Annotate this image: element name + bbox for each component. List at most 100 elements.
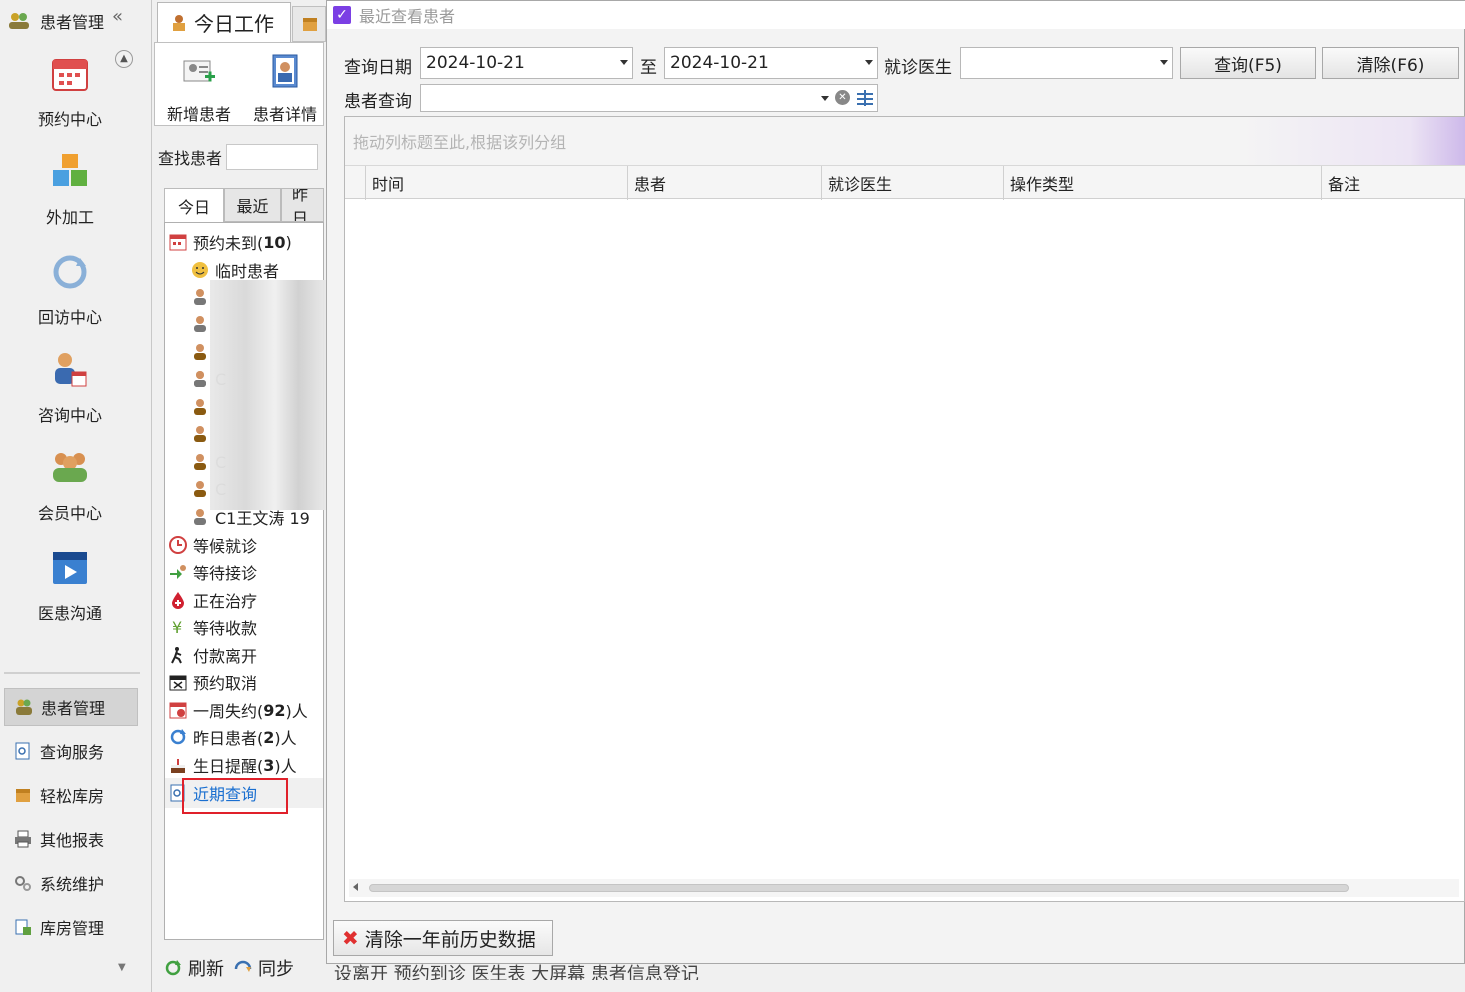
dropdown-arrow-icon[interactable] — [1160, 60, 1168, 65]
filter-icon[interactable] — [855, 89, 875, 107]
sync-button[interactable]: 同步 — [234, 955, 294, 981]
waiting-icon — [169, 536, 187, 554]
column-header-note[interactable]: 备注 — [1321, 166, 1465, 200]
patient-icon — [194, 371, 206, 387]
tab-today-work[interactable]: 今日工作 — [157, 2, 291, 42]
nav-item-outsourcing[interactable]: 外加工 — [18, 152, 122, 228]
tree-birthday-reminder[interactable]: 生日提醒(3)人 — [169, 752, 297, 778]
column-header-patient[interactable]: 患者 — [627, 166, 821, 200]
clear-history-label: 清除一年前历史数据 — [364, 928, 536, 951]
tree-week-missed[interactable]: 一周失约(92)人 — [169, 697, 308, 723]
doctor-combo[interactable] — [960, 47, 1173, 79]
printer-icon — [15, 830, 31, 848]
tree-status-cancel[interactable]: 预约取消 — [169, 669, 257, 695]
search-doc-icon — [15, 742, 30, 760]
find-patient-input[interactable] — [226, 144, 319, 170]
nav-item-consult[interactable]: 咨询中心 — [18, 350, 122, 426]
payment-icon: ¥ — [172, 618, 182, 636]
highlight-box — [182, 778, 288, 814]
query-button[interactable]: 查询(F5) — [1180, 47, 1316, 79]
tree-label: 昨日患者( — [193, 729, 264, 748]
subtab-recent[interactable]: 最近 — [224, 188, 281, 222]
scroll-left-icon[interactable] — [353, 883, 358, 891]
tree-status-payment[interactable]: ¥ 等待收款 — [169, 614, 257, 640]
tree-label: 等待接诊 — [193, 564, 258, 583]
patient-query-input[interactable]: ✕ — [420, 84, 878, 112]
collapse-icon[interactable]: « — [112, 6, 123, 27]
subtab-today[interactable]: 今日 — [164, 188, 224, 222]
nav-warehouse-management[interactable]: 库房管理 — [4, 908, 138, 946]
tree-label: 预约取消 — [193, 674, 258, 693]
refresh-icon — [53, 255, 87, 289]
date-to-value: 2024-10-21 — [670, 53, 769, 73]
cancel-icon — [169, 675, 187, 691]
nav-item-members[interactable]: 会员中心 — [18, 448, 122, 524]
tree-count: 10 — [263, 232, 286, 252]
subtab-yesterday[interactable]: 昨日 — [281, 188, 324, 222]
nav-easy-warehouse[interactable]: 轻松库房 — [4, 776, 138, 814]
tree-status-waiting[interactable]: 等候就诊 — [169, 532, 257, 558]
patient-icon — [194, 399, 206, 415]
nav-divider — [4, 672, 140, 674]
dropdown-arrow-icon[interactable] — [865, 60, 873, 65]
tree-appointment-missed[interactable]: 预约未到(10) — [169, 229, 292, 255]
column-header-time[interactable]: 时间 — [365, 166, 627, 200]
nav-header-label: 患者管理 — [40, 13, 105, 32]
nav-more-icon[interactable]: ▼ — [118, 962, 126, 973]
patient-detail-button[interactable]: 患者详情 — [245, 53, 325, 125]
tree-status-receive[interactable]: 等待接诊 — [169, 559, 257, 585]
nav-query-service[interactable]: 查询服务 — [4, 732, 138, 770]
nav-item-communication[interactable]: 医患沟通 — [18, 548, 122, 624]
date-from-combo[interactable]: 2024-10-21 — [420, 47, 633, 79]
query-date-label: 查询日期 — [344, 58, 412, 78]
nav-item-followup[interactable]: 回访中心 — [18, 252, 122, 328]
calendar-icon — [52, 59, 88, 91]
nav-item-appointment[interactable]: 预约中心 — [18, 54, 122, 130]
add-patient-button[interactable]: 新增患者 — [159, 53, 239, 125]
nav-other-reports[interactable]: 其他报表 — [4, 820, 138, 858]
clear-button[interactable]: 清除(F6) — [1322, 47, 1459, 79]
delete-icon: ✖ — [342, 926, 359, 950]
tree-label: 预约未到( — [193, 234, 264, 253]
nav-header[interactable]: 患者管理 — [8, 8, 148, 34]
nav-item-label: 医患沟通 — [37, 604, 102, 623]
horizontal-scrollbar[interactable] — [349, 879, 1459, 897]
nav-item-label: 预约中心 — [37, 110, 102, 129]
clear-history-button[interactable]: ✖ 清除一年前历史数据 — [333, 920, 553, 956]
panel-bottom-bar: 刷新 同步 — [154, 948, 326, 988]
scrollbar-thumb[interactable] — [369, 884, 1349, 892]
nav-system-maintenance[interactable]: 系统维护 — [4, 864, 138, 902]
records-grid: 拖动列标题至此,根据该列分组 时间 患者 就诊医生 操作类型 备注 — [344, 116, 1465, 902]
leave-icon — [171, 647, 182, 664]
refresh-button[interactable]: 刷新 — [164, 955, 224, 981]
tree-status-treatment[interactable]: 正在治疗 — [169, 587, 257, 613]
to-label: 至 — [640, 58, 657, 78]
tree-label: 正在治疗 — [193, 592, 258, 611]
subtab-bar: 今日 最近 昨日 — [164, 188, 324, 222]
cake-icon — [171, 759, 185, 773]
patient-icon — [194, 426, 206, 442]
nav-patient-management[interactable]: 患者管理 — [4, 688, 138, 726]
gears-icon — [15, 876, 31, 891]
dropdown-arrow-icon[interactable] — [620, 60, 628, 65]
tree-status-leave[interactable]: 付款离开 — [169, 642, 257, 668]
column-header-doctor[interactable]: 就诊医生 — [821, 166, 1003, 200]
find-patient-label: 查找患者 — [158, 149, 223, 168]
tree-label: 一周失约( — [193, 702, 264, 721]
find-patient-row: 查找患者 — [158, 140, 324, 174]
tab-other[interactable] — [292, 6, 326, 42]
date-to-combo[interactable]: 2024-10-21 — [664, 47, 878, 79]
nav-label: 库房管理 — [40, 919, 105, 938]
worker-icon — [173, 14, 185, 31]
patient-detail-icon — [272, 54, 298, 88]
tree-yesterday-patients[interactable]: 昨日患者(2)人 — [169, 724, 297, 750]
clear-input-icon[interactable]: ✕ — [835, 90, 850, 105]
refresh-icon — [165, 960, 181, 976]
smiley-icon — [192, 262, 208, 278]
tree-label: 生日提醒( — [193, 757, 264, 776]
column-header-operation[interactable]: 操作类型 — [1003, 166, 1321, 200]
nav-item-label: 回访中心 — [37, 308, 102, 327]
group-panel[interactable]: 拖动列标题至此,根据该列分组 — [345, 117, 1465, 165]
dropdown-arrow-icon[interactable] — [821, 96, 829, 101]
receive-icon — [170, 565, 186, 579]
